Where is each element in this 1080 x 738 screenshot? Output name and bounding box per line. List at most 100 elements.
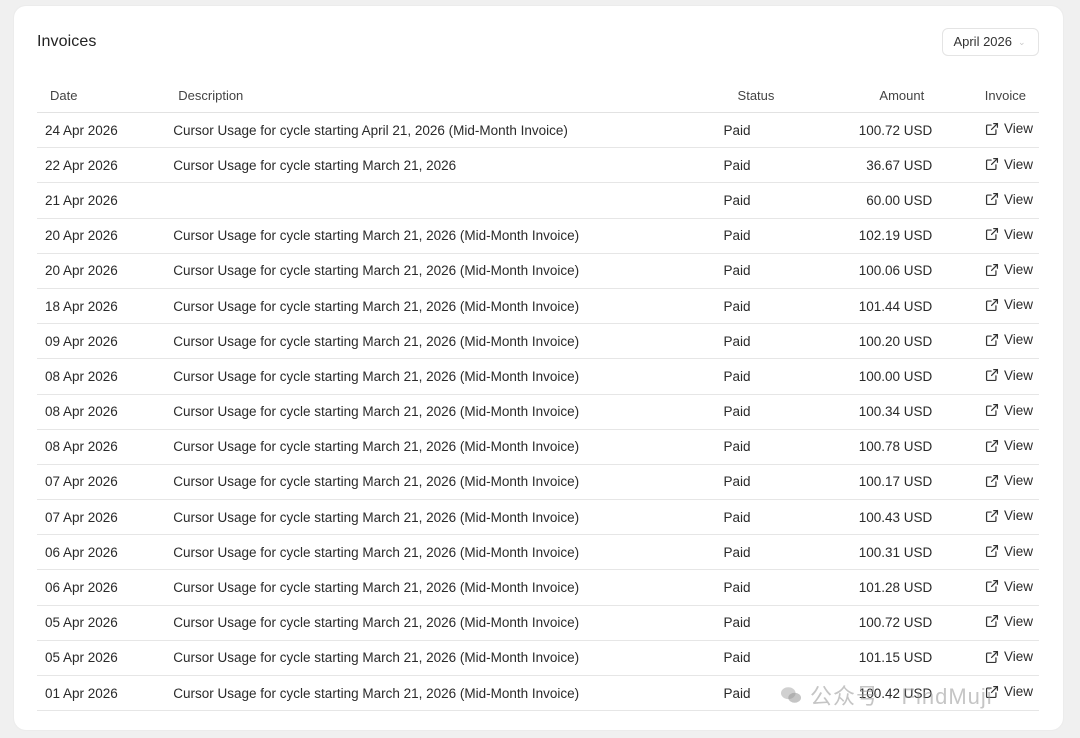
external-link-icon bbox=[985, 579, 999, 593]
table-row: 06 Apr 2026 Cursor Usage for cycle starti… bbox=[37, 534, 1039, 571]
cell-invoice: View bbox=[932, 605, 1039, 641]
cell-description: Cursor Usage for cycle starting March 21… bbox=[173, 394, 724, 430]
cell-amount: 101.44 USD bbox=[815, 288, 933, 325]
cell-invoice: View bbox=[932, 182, 1039, 219]
view-invoice-link[interactable]: View bbox=[985, 579, 1033, 594]
cell-date: 05 Apr 2026 bbox=[37, 640, 174, 677]
view-invoice-link[interactable]: View bbox=[985, 368, 1033, 383]
table-row: 07 Apr 2026 Cursor Usage for cycle starti… bbox=[37, 464, 1039, 501]
invoices-header: Invoices April 2026 ⌄ bbox=[37, 28, 1039, 68]
cell-amount: 101.28 USD bbox=[815, 569, 933, 606]
cell-amount: 100.00 USD bbox=[815, 358, 933, 395]
view-invoice-link[interactable]: View bbox=[985, 508, 1033, 523]
view-label: View bbox=[1003, 367, 1033, 383]
cell-invoice: View bbox=[932, 112, 1039, 149]
cell-invoice: View bbox=[932, 675, 1039, 712]
cell-amount: 100.20 USD bbox=[815, 323, 933, 360]
view-label: View bbox=[1003, 543, 1033, 559]
view-invoice-link[interactable]: View bbox=[985, 473, 1033, 488]
table-row: 09 Apr 2026 Cursor Usage for cycle starti… bbox=[37, 323, 1039, 360]
external-link-icon bbox=[985, 544, 999, 558]
cell-date: 24 Apr 2026 bbox=[37, 112, 174, 149]
cell-invoice: View bbox=[932, 147, 1039, 184]
cell-invoice: View bbox=[932, 429, 1039, 465]
view-label: View bbox=[1003, 508, 1033, 524]
view-label: View bbox=[1003, 226, 1033, 242]
cell-status: Paid bbox=[723, 499, 816, 536]
cell-status: Paid bbox=[723, 218, 816, 254]
external-link-icon bbox=[985, 509, 999, 523]
cell-description: Cursor Usage for cycle starting March 21… bbox=[173, 288, 724, 325]
view-invoice-link[interactable]: View bbox=[985, 121, 1033, 136]
external-link-icon bbox=[985, 157, 999, 171]
cell-status: Paid bbox=[723, 323, 816, 360]
view-label: View bbox=[1003, 191, 1033, 207]
view-invoice-link[interactable]: View bbox=[985, 403, 1033, 418]
cell-amount: 101.15 USD bbox=[815, 640, 933, 677]
view-invoice-link[interactable]: View bbox=[985, 192, 1033, 207]
cell-amount: 100.06 USD bbox=[815, 253, 933, 289]
cell-date: 08 Apr 2026 bbox=[37, 429, 174, 465]
table-row: 22 Apr 2026 Cursor Usage for cycle starti… bbox=[37, 147, 1039, 184]
view-label: View bbox=[1003, 262, 1033, 278]
view-invoice-link[interactable]: View bbox=[985, 649, 1033, 664]
cell-amount: 100.72 USD bbox=[815, 605, 933, 641]
view-label: View bbox=[1003, 438, 1033, 454]
cell-status: Paid bbox=[723, 182, 816, 219]
cell-invoice: View bbox=[932, 464, 1039, 501]
table-row: 01 Apr 2026 Cursor Usage for cycle starti… bbox=[37, 675, 1039, 712]
view-label: View bbox=[1003, 332, 1033, 348]
table-row: 08 Apr 2026 Cursor Usage for cycle starti… bbox=[37, 358, 1039, 395]
cell-amount: 100.72 USD bbox=[815, 112, 933, 149]
external-link-icon bbox=[985, 614, 999, 628]
cell-date: 09 Apr 2026 bbox=[37, 323, 174, 360]
table-row: 21 Apr 2026 Paid 60.00 USD View bbox=[37, 182, 1039, 219]
table-row: 08 Apr 2026 Cursor Usage for cycle starti… bbox=[37, 394, 1039, 430]
view-invoice-link[interactable]: View bbox=[985, 684, 1033, 699]
month-select[interactable]: April 2026 ⌄ bbox=[942, 28, 1039, 56]
cell-date: 20 Apr 2026 bbox=[37, 218, 174, 254]
cell-amount: 60.00 USD bbox=[815, 182, 933, 219]
column-header-status: Status bbox=[723, 78, 816, 113]
view-invoice-link[interactable]: View bbox=[985, 157, 1033, 172]
table-row: 20 Apr 2026 Cursor Usage for cycle starti… bbox=[37, 218, 1039, 254]
table-row: 18 Apr 2026 Cursor Usage for cycle starti… bbox=[37, 288, 1039, 325]
cell-date: 07 Apr 2026 bbox=[37, 464, 174, 501]
cell-invoice: View bbox=[932, 394, 1039, 430]
cell-date: 22 Apr 2026 bbox=[37, 147, 174, 184]
cell-amount: 100.31 USD bbox=[815, 534, 933, 571]
view-invoice-link[interactable]: View bbox=[985, 544, 1033, 559]
cell-description: Cursor Usage for cycle starting March 21… bbox=[173, 534, 724, 571]
column-header-invoice: Invoice bbox=[932, 78, 1039, 113]
cell-status: Paid bbox=[723, 358, 816, 395]
cell-description: Cursor Usage for cycle starting March 21… bbox=[173, 605, 724, 641]
cell-status: Paid bbox=[723, 253, 816, 289]
chevron-down-icon: ⌄ bbox=[1018, 37, 1026, 47]
cell-date: 05 Apr 2026 bbox=[37, 605, 174, 641]
view-invoice-link[interactable]: View bbox=[985, 614, 1033, 629]
view-label: View bbox=[1003, 121, 1033, 137]
cell-amount: 102.19 USD bbox=[815, 218, 933, 254]
cell-amount: 100.42 USD bbox=[815, 675, 933, 712]
cell-date: 08 Apr 2026 bbox=[37, 358, 174, 395]
cell-description: Cursor Usage for cycle starting March 21… bbox=[173, 218, 724, 254]
cell-date: 18 Apr 2026 bbox=[37, 288, 174, 325]
external-link-icon bbox=[985, 439, 999, 453]
table-row: 08 Apr 2026 Cursor Usage for cycle starti… bbox=[37, 429, 1039, 465]
view-invoice-link[interactable]: View bbox=[985, 262, 1033, 277]
column-header-date: Date bbox=[37, 78, 174, 113]
cell-status: Paid bbox=[723, 569, 816, 606]
view-label: View bbox=[1003, 649, 1033, 665]
cell-description: Cursor Usage for cycle starting March 21… bbox=[173, 147, 724, 184]
view-invoice-link[interactable]: View bbox=[985, 227, 1033, 242]
view-invoice-link[interactable]: View bbox=[985, 438, 1033, 453]
cell-description: Cursor Usage for cycle starting March 21… bbox=[173, 464, 724, 501]
table-row: 07 Apr 2026 Cursor Usage for cycle starti… bbox=[37, 499, 1039, 536]
cell-description: Cursor Usage for cycle starting March 21… bbox=[173, 569, 724, 606]
cell-description: Cursor Usage for cycle starting April 21… bbox=[173, 112, 724, 149]
view-invoice-link[interactable]: View bbox=[985, 332, 1033, 347]
view-invoice-link[interactable]: View bbox=[985, 297, 1033, 312]
external-link-icon bbox=[985, 227, 999, 241]
external-link-icon bbox=[985, 685, 999, 699]
external-link-icon bbox=[985, 122, 999, 136]
